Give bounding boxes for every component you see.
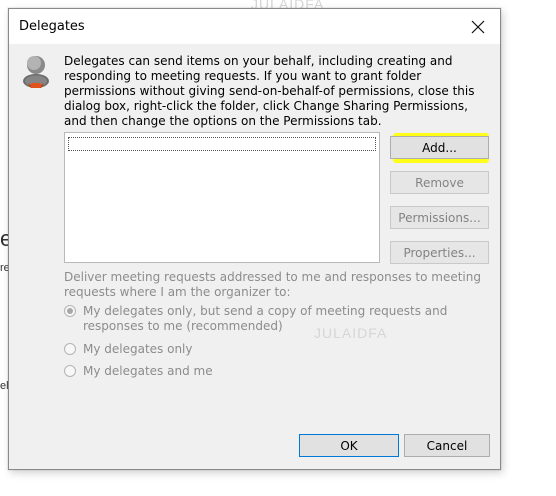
add-button[interactable]: Add... (390, 136, 489, 159)
ok-button[interactable]: OK (299, 434, 399, 457)
close-icon (471, 20, 485, 33)
close-button[interactable] (456, 9, 500, 44)
cancel-button[interactable]: Cancel (404, 434, 490, 457)
deliver-label: Deliver meeting requests addressed to me… (64, 270, 481, 299)
delegates-listbox[interactable] (64, 132, 380, 263)
title-bar: Delegates (9, 9, 500, 44)
radio-button[interactable] (64, 305, 76, 317)
list-focus-row (68, 137, 376, 151)
radio-label: My delegates only (83, 342, 193, 356)
remove-button[interactable]: Remove (390, 171, 489, 194)
radio-option-copy-to-me[interactable]: My delegates only, but send a copy of me… (64, 304, 464, 336)
radio-option-delegates-and-me[interactable]: My delegates and me (64, 364, 264, 380)
radio-label: My delegates only, but send a copy of me… (83, 304, 448, 333)
permissions-button[interactable]: Permissions... (390, 206, 489, 229)
radio-button[interactable] (64, 343, 76, 355)
user-icon (23, 56, 49, 88)
description-text: Delegates can send items on your behalf,… (64, 54, 475, 128)
watermark: JULAIDFA (314, 325, 388, 341)
radio-label: My delegates and me (83, 364, 213, 378)
radio-button[interactable] (64, 365, 76, 377)
dialog-title: Delegates (19, 19, 85, 34)
delegates-dialog: Delegates Delegates can send items on yo… (8, 8, 501, 470)
properties-button[interactable]: Properties... (390, 241, 489, 264)
radio-option-delegates-only[interactable]: My delegates only (64, 342, 264, 358)
